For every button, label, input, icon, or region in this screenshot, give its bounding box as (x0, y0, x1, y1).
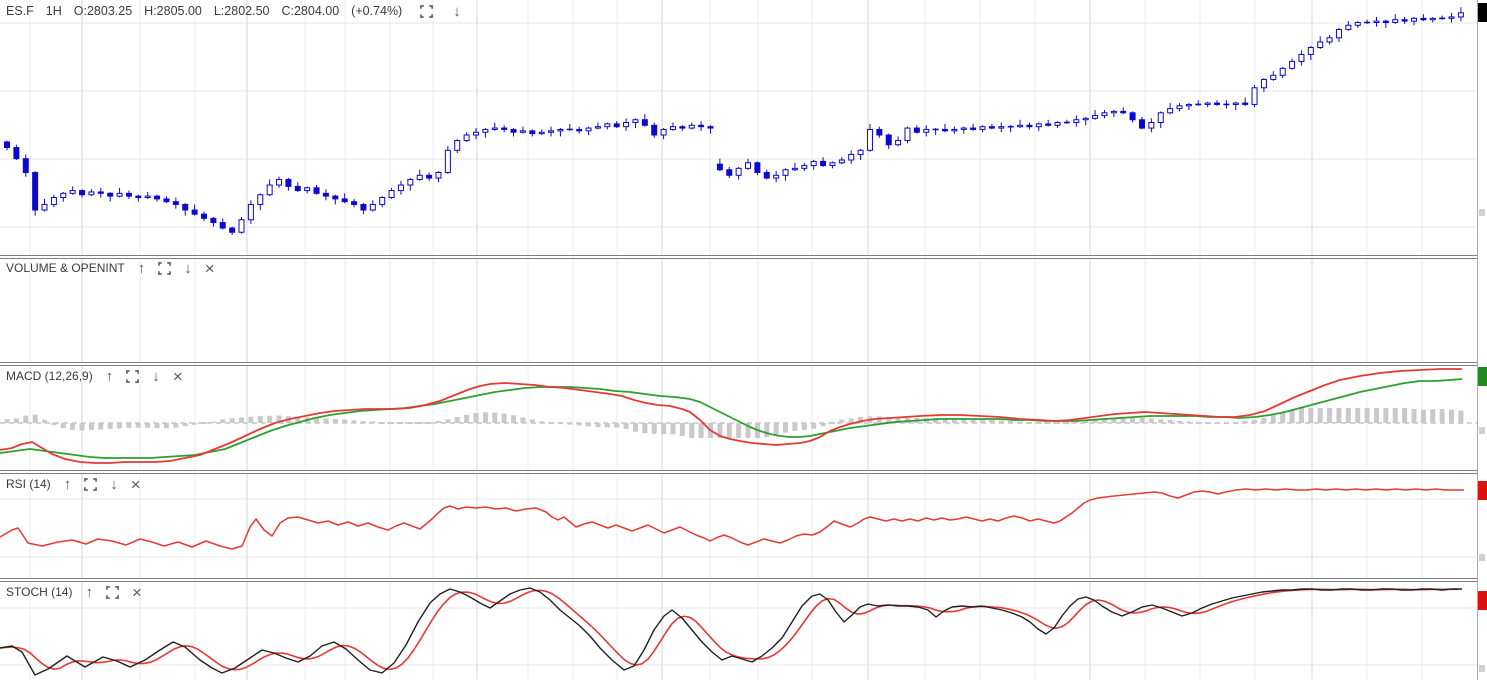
price-axis[interactable] (1477, 0, 1487, 680)
macd-panel-title: MACD (12,26,9) (6, 369, 93, 383)
timeframe-label: 1H (45, 4, 62, 18)
move-down-icon[interactable]: ↓ (152, 369, 160, 384)
panel-separator[interactable] (0, 578, 1487, 582)
close-value: C:2804.00 (281, 4, 340, 18)
close-icon[interactable]: × (173, 368, 183, 385)
change-percent: (+0.74%) (351, 4, 403, 18)
maximize-icon[interactable] (126, 369, 140, 383)
panel-separator[interactable] (0, 255, 1487, 259)
move-down-icon[interactable]: ↓ (110, 477, 118, 492)
volume-panel-title: VOLUME & OPENINT (6, 261, 125, 275)
maximize-icon[interactable] (158, 261, 172, 275)
macd-panel-header: MACD (12,26,9) ↑ ↓ × (6, 368, 183, 385)
axis-tick-label (1479, 554, 1485, 561)
low-value: L:2802.50 (213, 4, 270, 18)
panel-separator[interactable] (0, 362, 1487, 366)
move-up-icon[interactable]: ↑ (64, 477, 72, 492)
trading-workspace: { "header": { "symbol": "ES.F", "timefra… (0, 0, 1487, 680)
stoch-panel-title: STOCH (14) (6, 585, 73, 599)
candlestick-series (4, 7, 1464, 236)
rsi-series (0, 488, 1464, 550)
stoch-last-value-label (1478, 591, 1487, 610)
stoch-panel-header: STOCH (14) ↑ × (6, 584, 142, 601)
maximize-icon[interactable] (420, 4, 434, 18)
maximize-icon[interactable] (84, 477, 98, 491)
maximize-icon[interactable] (106, 585, 119, 599)
move-up-icon[interactable]: ↑ (85, 585, 93, 600)
close-icon[interactable]: × (205, 260, 215, 277)
macd-last-value-label (1478, 367, 1487, 386)
move-down-icon[interactable]: ↓ (184, 261, 192, 276)
panel-separator[interactable] (0, 470, 1487, 474)
price-last-value-label (1478, 3, 1487, 22)
close-icon[interactable]: × (131, 476, 141, 493)
rsi-last-value-label (1478, 481, 1487, 500)
rsi-panel-header: RSI (14) ↑ ↓ × (6, 476, 141, 493)
volume-panel-header: VOLUME & OPENINT ↑ ↓ × (6, 260, 215, 277)
open-value: O:2803.25 (73, 4, 133, 18)
axis-tick-label (1479, 665, 1485, 672)
high-value: H:2805.00 (144, 4, 202, 18)
move-down-icon[interactable]: ↓ (453, 4, 461, 19)
move-up-icon[interactable]: ↑ (138, 261, 146, 276)
close-icon[interactable]: × (132, 584, 142, 601)
rsi-panel-title: RSI (14) (6, 477, 51, 491)
stoch-series (0, 587, 1462, 676)
symbol-label: ES.F (6, 4, 34, 18)
price-panel-header: ES.F 1H O:2803.25 H:2805.00 L:2802.50 C:… (6, 4, 461, 19)
move-up-icon[interactable]: ↑ (106, 369, 114, 384)
axis-tick-label (1479, 209, 1485, 216)
axis-tick-label (1479, 427, 1485, 434)
